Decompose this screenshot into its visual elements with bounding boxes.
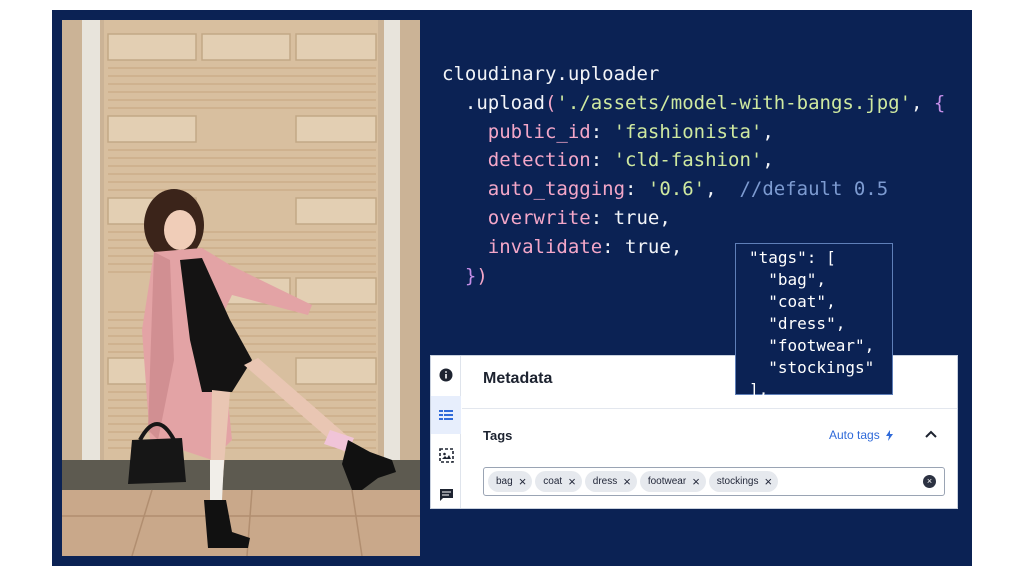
code-token: { — [933, 91, 946, 114]
code-token: 'fashionista' — [613, 120, 763, 143]
code-token: , — [911, 91, 934, 114]
code-line: cloudinary.uploader — [442, 60, 962, 89]
code-token: , — [705, 178, 740, 201]
json-line: "bag", — [749, 270, 827, 289]
remove-tag-icon[interactable]: × — [568, 475, 576, 488]
code-token: invalidate — [442, 235, 603, 258]
code-line: public_id: 'fashionista', — [442, 118, 962, 147]
image-analysis-icon[interactable] — [431, 436, 461, 474]
tag-chip-stockings: stockings × — [708, 471, 779, 492]
code-token: '0.6' — [647, 178, 706, 201]
code-token: public_id — [442, 120, 591, 143]
remove-tag-icon[interactable]: × — [519, 475, 527, 488]
code-token: 'cld-fashion' — [613, 149, 763, 172]
tag-chip-bag: bag × — [488, 471, 533, 492]
json-line: "stockings" — [749, 358, 875, 377]
code-token: true — [625, 235, 671, 258]
metadata-title: Metadata — [483, 370, 553, 387]
tag-chip-dress: dress × — [584, 471, 637, 492]
tag-chip-label: bag — [496, 476, 513, 487]
lightning-icon — [885, 429, 893, 441]
code-token: //default 0.5 — [739, 178, 889, 201]
tag-chip-label: stockings — [716, 476, 759, 487]
code-line: auto_tagging: '0.6', //default 0.5 — [442, 175, 962, 204]
code-token: , — [762, 120, 774, 143]
code-token: true — [613, 206, 660, 229]
json-line: "dress", — [749, 314, 846, 333]
auto-tags-link[interactable]: Auto tags — [829, 428, 893, 442]
json-line: "tags": [ — [749, 248, 836, 267]
code-token: detection — [442, 149, 591, 172]
model-photo — [62, 20, 420, 556]
code-line: overwrite: true, — [442, 204, 962, 233]
code-token: , — [762, 149, 774, 172]
code-token: } — [464, 264, 477, 287]
metadata-list-icon[interactable] — [431, 396, 461, 434]
tags-input[interactable]: bag × coat × dress × footwear × stockings × × — [483, 467, 945, 496]
code-token: overwrite — [442, 206, 591, 229]
tag-chip-label: footwear — [647, 476, 687, 487]
tags-label: Tags — [483, 428, 513, 443]
code-line: .upload('./assets/model-with-bangs.jpg',… — [442, 89, 962, 118]
json-line: ], — [749, 380, 769, 399]
code-token: : — [590, 120, 614, 143]
tag-chip-coat: coat × — [535, 471, 582, 492]
code-line: detection: 'cld-fashion', — [442, 146, 962, 175]
tag-chip-footwear: footwear × — [639, 471, 706, 492]
clear-tags-icon[interactable]: × — [923, 475, 936, 488]
code-token: cloudinary.uploader — [442, 63, 660, 85]
code-token: : — [590, 149, 614, 172]
sidebar-rail — [431, 356, 461, 508]
code-token: ( — [544, 91, 557, 114]
code-token: , — [659, 206, 671, 229]
json-line: "footwear", — [749, 336, 875, 355]
tags-json-overlay: "tags": [ "bag", "coat", "dress", "footw… — [735, 243, 893, 399]
code-token: './assets/model-with-bangs.jpg' — [556, 91, 912, 114]
code-token: ) — [476, 264, 488, 287]
auto-tags-label: Auto tags — [829, 428, 880, 442]
code-token: : — [602, 235, 626, 258]
tag-chip-label: dress — [592, 476, 618, 487]
collapse-chevron-icon[interactable] — [923, 426, 939, 442]
info-icon[interactable] — [431, 356, 461, 394]
remove-tag-icon[interactable]: × — [623, 475, 631, 488]
section-divider — [462, 408, 957, 409]
code-token: auto_tagging — [442, 178, 626, 201]
slide-background: cloudinary.uploader .upload('./assets/mo… — [52, 10, 972, 566]
code-token: .upload — [442, 91, 545, 114]
tag-chip-label: coat — [543, 476, 563, 487]
json-line: "coat", — [749, 292, 836, 311]
remove-tag-icon[interactable]: × — [764, 475, 772, 488]
code-token: : — [590, 206, 614, 229]
code-token: : — [625, 178, 648, 201]
remove-tag-icon[interactable]: × — [692, 475, 700, 488]
code-token: , — [670, 235, 683, 258]
comments-icon[interactable] — [431, 476, 461, 514]
